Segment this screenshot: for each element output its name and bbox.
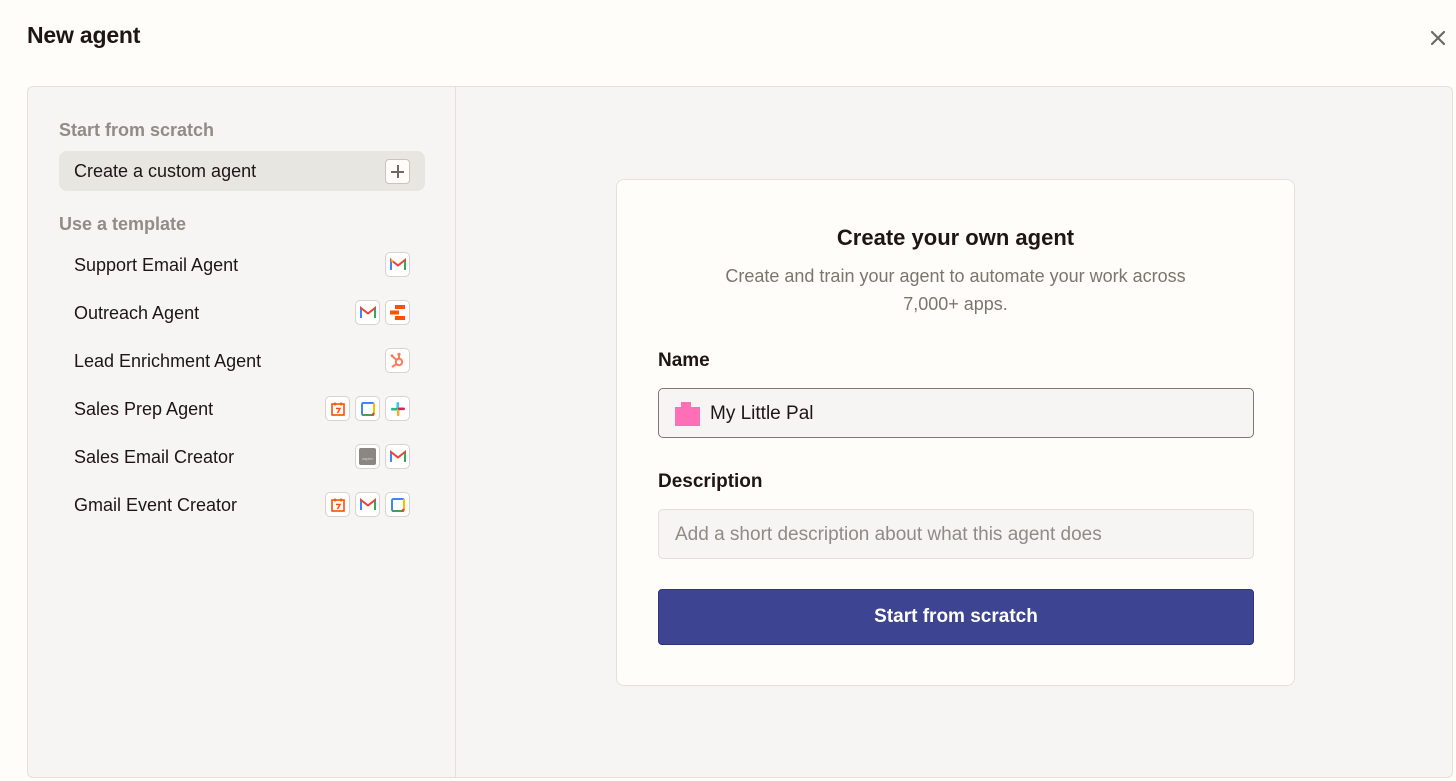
close-icon[interactable]	[1426, 26, 1450, 50]
dialog-title: New agent	[27, 22, 141, 48]
create-agent-panel: Create your own agent Create and train y…	[456, 87, 1452, 777]
template-item-sales-email-creator[interactable]: Sales Email Creator zapier	[59, 437, 425, 477]
template-item-label: Outreach Agent	[74, 303, 200, 323]
card-subtitle: Create and train your agent to automate …	[725, 266, 1186, 314]
gmail-icon	[355, 492, 380, 517]
calendar-icon	[325, 492, 350, 517]
plus-icon[interactable]	[385, 159, 410, 184]
zapier-icon: zapier	[355, 444, 380, 469]
name-label: Name	[658, 350, 710, 371]
start-from-scratch-button[interactable]: Start from scratch	[658, 589, 1254, 645]
template-heading: Use a template	[59, 214, 187, 234]
create-custom-agent-item[interactable]: Create a custom agent	[59, 151, 425, 191]
create-agent-card: Create your own agent Create and train y…	[616, 179, 1295, 686]
dialog-body: Start from scratch Create a custom agent…	[27, 86, 1453, 778]
svg-text:zapier: zapier	[362, 456, 374, 461]
google-calendar-icon	[385, 492, 410, 517]
create-custom-agent-label: Create a custom agent	[74, 161, 257, 181]
gmail-icon	[385, 444, 410, 469]
agent-avatar-icon[interactable]	[675, 402, 700, 426]
template-item-label: Support Email Agent	[74, 255, 239, 275]
stacked-bars-icon	[385, 300, 410, 325]
gmail-icon	[355, 300, 380, 325]
gmail-icon	[385, 252, 410, 277]
slack-icon	[385, 396, 410, 421]
google-calendar-icon	[355, 396, 380, 421]
card-title: Create your own agent	[836, 225, 1075, 250]
scratch-heading: Start from scratch	[59, 120, 215, 140]
name-value: My Little Pal	[710, 403, 814, 424]
description-field[interactable]: Add a short description about what this …	[658, 509, 1254, 559]
template-item-outreach-agent[interactable]: Outreach Agent	[59, 293, 425, 333]
template-item-label: Sales Email Creator	[74, 447, 235, 467]
hubspot-icon	[385, 348, 410, 373]
template-item-label: Sales Prep Agent	[74, 399, 214, 419]
template-item-label: Lead Enrichment Agent	[74, 351, 262, 371]
template-item-sales-prep-agent[interactable]: Sales Prep Agent	[59, 389, 425, 429]
name-field[interactable]: My Little Pal	[658, 388, 1254, 438]
template-item-lead-enrichment-agent[interactable]: Lead Enrichment Agent	[59, 341, 425, 381]
template-item-support-email-agent[interactable]: Support Email Agent	[59, 245, 425, 285]
description-placeholder: Add a short description about what this …	[675, 524, 1102, 545]
template-item-gmail-event-creator[interactable]: Gmail Event Creator	[59, 485, 425, 525]
template-sidebar: Start from scratch Create a custom agent…	[28, 87, 456, 777]
calendar-icon	[325, 396, 350, 421]
description-label: Description	[658, 471, 763, 492]
template-item-label: Gmail Event Creator	[74, 495, 238, 515]
